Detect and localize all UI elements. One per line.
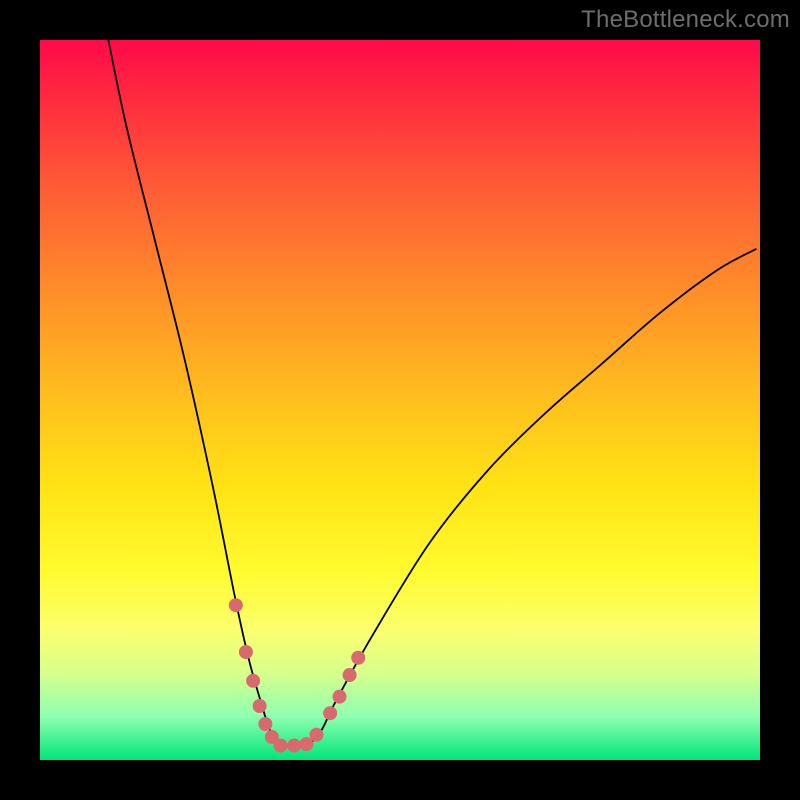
curve-marker (246, 674, 260, 688)
curve-marker (351, 651, 365, 665)
curve-marker (229, 598, 243, 612)
plot-area (40, 40, 760, 760)
curve-marker (258, 717, 272, 731)
curve-marker (253, 699, 267, 713)
curve-marker (273, 739, 287, 753)
curve-marker (239, 645, 253, 659)
curve-marker (309, 728, 323, 742)
curve-marker (287, 739, 301, 753)
curve-marker (333, 690, 347, 704)
curve-marker (323, 706, 337, 720)
marker-group (229, 598, 365, 752)
bottleneck-curve (108, 40, 756, 747)
watermark-text: TheBottleneck.com (581, 6, 790, 34)
curve-svg (40, 40, 760, 760)
curve-marker (343, 668, 357, 682)
chart-frame: TheBottleneck.com (0, 0, 800, 800)
